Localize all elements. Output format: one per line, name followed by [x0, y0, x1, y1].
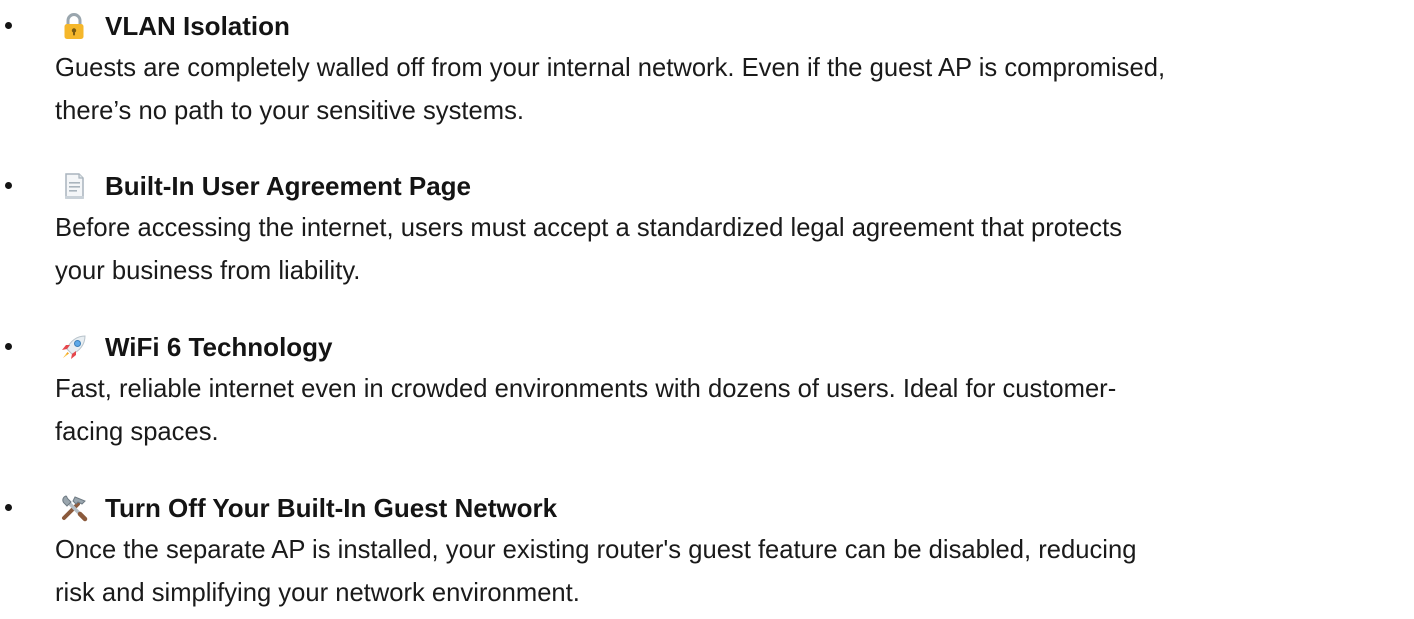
- description-line: your business from liability.: [55, 257, 361, 285]
- document-icon: [57, 169, 91, 203]
- feature-description: Once the separate AP is installed, your …: [55, 529, 1410, 615]
- description-line: Before accessing the internet, users mus…: [55, 214, 1123, 242]
- lock-icon: [57, 9, 91, 43]
- description-line: Fast, reliable internet even in crowded …: [55, 375, 1117, 403]
- feature-title: Built-In User Agreement Page: [105, 170, 472, 201]
- tools-icon: [57, 491, 91, 525]
- feature-description: Before accessing the internet, users mus…: [55, 207, 1410, 293]
- feature-list: VLAN Isolation Guests are completely wal…: [0, 0, 1414, 619]
- feature-title: Turn Off Your Built-In Guest Network: [105, 492, 558, 523]
- feature-title-row: Built-In User Agreement Page: [57, 166, 471, 206]
- feature-title-row: Turn Off Your Built-In Guest Network: [57, 488, 557, 528]
- description-line: risk and simplifying your network enviro…: [55, 579, 580, 607]
- rocket-icon: [57, 330, 91, 364]
- bullet-dot: [5, 343, 12, 350]
- bullet-dot: [5, 504, 12, 511]
- feature-title: WiFi 6 Technology: [105, 331, 333, 362]
- description-line: Guests are completely walled off from yo…: [55, 54, 1166, 82]
- feature-title: VLAN Isolation: [105, 10, 290, 41]
- bullet-dot: [5, 182, 12, 189]
- feature-description: Guests are completely walled off from yo…: [55, 47, 1410, 133]
- description-line: there’s no path to your sensitive system…: [55, 97, 524, 125]
- description-line: Once the separate AP is installed, your …: [55, 536, 1137, 564]
- bullet-dot: [5, 22, 12, 29]
- feature-title-row: WiFi 6 Technology: [57, 327, 333, 367]
- feature-description: Fast, reliable internet even in crowded …: [55, 368, 1410, 454]
- feature-title-row: VLAN Isolation: [57, 6, 290, 46]
- description-line: facing spaces.: [55, 418, 219, 446]
